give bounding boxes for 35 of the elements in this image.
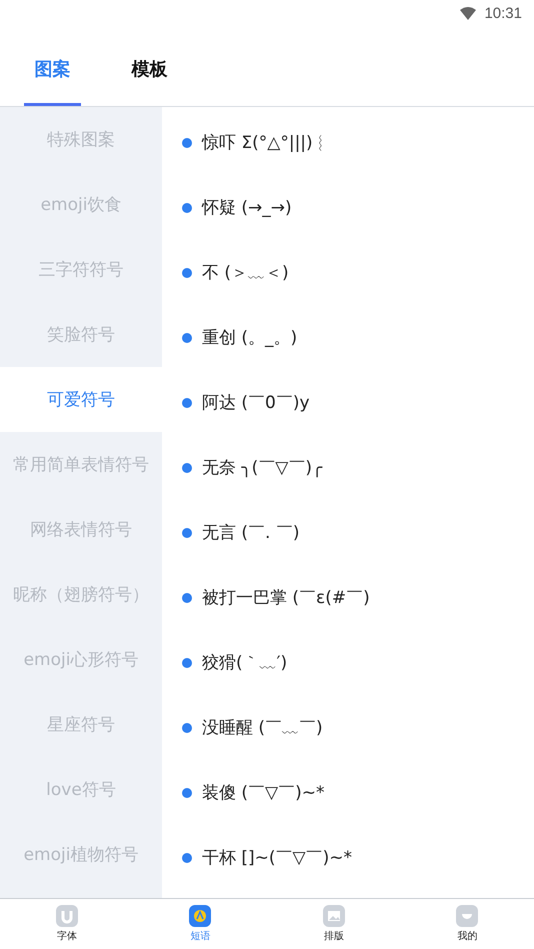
phrase-item[interactable]: 不 (＞﹏＜)	[202, 261, 289, 284]
nav-label[interactable]: 我的	[457, 929, 478, 943]
letter-u-icon	[56, 905, 78, 927]
image-icon	[322, 905, 345, 927]
nav-label[interactable]: 排版	[324, 929, 344, 943]
tab[interactable]: 模板	[121, 26, 178, 106]
bullet-dot	[182, 722, 192, 732]
bullet-dot	[182, 788, 192, 798]
bullet-dot	[182, 332, 192, 342]
phrase-item[interactable]: 没睡醒 (￣﹏￣)	[202, 716, 323, 739]
phrase-item[interactable]: 干杯 []~(￣▽￣)~*	[202, 846, 352, 869]
phrase-item[interactable]: 被打一巴掌 (￣ε(#￣)	[202, 586, 370, 609]
phrase-item[interactable]: 无奈 ╮(￣▽￣)╭	[202, 456, 322, 479]
phrase-item[interactable]: 无言 (￣. ￣)	[202, 521, 300, 544]
nav-label[interactable]: 短语	[190, 929, 210, 943]
phrase-item[interactable]: 装傻 (￣▽￣)~*	[202, 781, 324, 804]
clock-time: 10:31	[484, 4, 522, 22]
bullet-dot	[182, 462, 192, 472]
phrase-item[interactable]: 狡猾(｀﹏′)	[202, 651, 288, 674]
category-item[interactable]: 可爱符号	[0, 367, 162, 432]
phrase-item[interactable]: 怀疑 (→_→)	[202, 196, 292, 219]
bullet-dot	[182, 202, 192, 212]
bullet-dot	[182, 528, 192, 538]
bullet-dot	[182, 138, 192, 148]
phrase-item[interactable]: 惊吓 Σ(°△°|||)︴	[202, 131, 330, 154]
phrase-item[interactable]: 阿达 (￣0￣)y	[202, 391, 310, 414]
bullet-dot	[182, 268, 192, 278]
bullet-dot	[182, 398, 192, 408]
phrase-item[interactable]: 重创 (。_。)	[202, 326, 298, 349]
bullet-dot	[182, 852, 192, 862]
wifi-icon	[460, 6, 476, 20]
bullet-dot	[182, 592, 192, 602]
bullet-dot	[182, 658, 192, 668]
nav-label[interactable]: 字体	[56, 929, 77, 943]
smile-icon	[456, 905, 478, 927]
